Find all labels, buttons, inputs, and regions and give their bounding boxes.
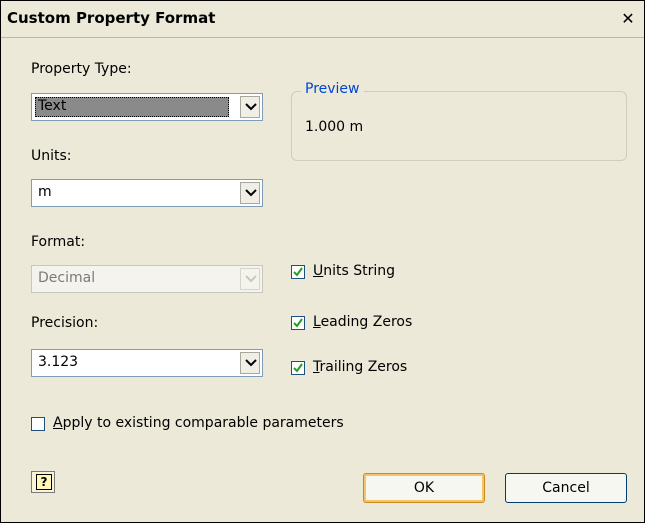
apply-existing-checkbox[interactable] xyxy=(31,417,45,431)
format-select: Decimal xyxy=(31,265,263,293)
check-icon xyxy=(293,267,303,277)
units-string-text: nits String xyxy=(323,263,396,279)
trailing-zeros-text: railing Zeros xyxy=(319,359,408,375)
units-dropdown-button[interactable] xyxy=(240,182,260,204)
ok-button[interactable]: OK xyxy=(363,473,485,503)
title-bar: Custom Property Format ✕ xyxy=(1,1,644,38)
format-label: Format: xyxy=(31,234,86,250)
chevron-down-icon xyxy=(245,275,257,283)
help-icon: ? xyxy=(36,474,52,490)
property-type-label: Property Type: xyxy=(31,61,132,77)
dialog-title: Custom Property Format xyxy=(7,9,216,27)
apply-existing-mnemonic: A xyxy=(53,415,63,431)
precision-value: 3.123 xyxy=(38,354,79,370)
units-string-mnemonic: U xyxy=(313,263,324,279)
units-string-label[interactable]: Units String xyxy=(313,263,395,279)
precision-dropdown-button[interactable] xyxy=(240,352,260,374)
property-type-dropdown-button[interactable] xyxy=(240,96,260,118)
apply-existing-label[interactable]: Apply to existing comparable parameters xyxy=(53,415,344,431)
close-icon[interactable]: ✕ xyxy=(618,9,638,29)
preview-value: 1.000 m xyxy=(305,119,364,135)
custom-property-format-dialog: Custom Property Format ✕ Property Type: … xyxy=(0,0,645,523)
leading-zeros-label[interactable]: Leading Zeros xyxy=(313,314,412,330)
leading-zeros-checkbox[interactable] xyxy=(291,316,305,330)
check-icon xyxy=(293,318,303,328)
cancel-button[interactable]: Cancel xyxy=(505,473,627,503)
units-select[interactable]: m xyxy=(31,179,263,207)
check-icon xyxy=(293,363,303,373)
chevron-down-icon xyxy=(245,189,257,197)
help-button[interactable]: ? xyxy=(31,471,55,493)
format-dropdown-button xyxy=(240,268,260,290)
leading-zeros-mnemonic: L xyxy=(313,314,321,330)
units-string-checkbox[interactable] xyxy=(291,265,305,279)
apply-existing-text: pply to existing comparable parameters xyxy=(62,415,344,431)
trailing-zeros-label[interactable]: Trailing Zeros xyxy=(313,359,407,375)
trailing-zeros-checkbox[interactable] xyxy=(291,361,305,375)
chevron-down-icon xyxy=(245,359,257,367)
property-type-value: Text xyxy=(38,98,67,114)
property-type-select[interactable]: Text xyxy=(31,93,263,121)
units-label: Units: xyxy=(31,148,72,164)
units-value: m xyxy=(38,184,52,200)
precision-select[interactable]: 3.123 xyxy=(31,349,263,377)
preview-legend: Preview xyxy=(301,81,364,97)
leading-zeros-text: eading Zeros xyxy=(320,314,413,330)
chevron-down-icon xyxy=(245,103,257,111)
precision-label: Precision: xyxy=(31,315,99,331)
format-value: Decimal xyxy=(38,270,96,286)
